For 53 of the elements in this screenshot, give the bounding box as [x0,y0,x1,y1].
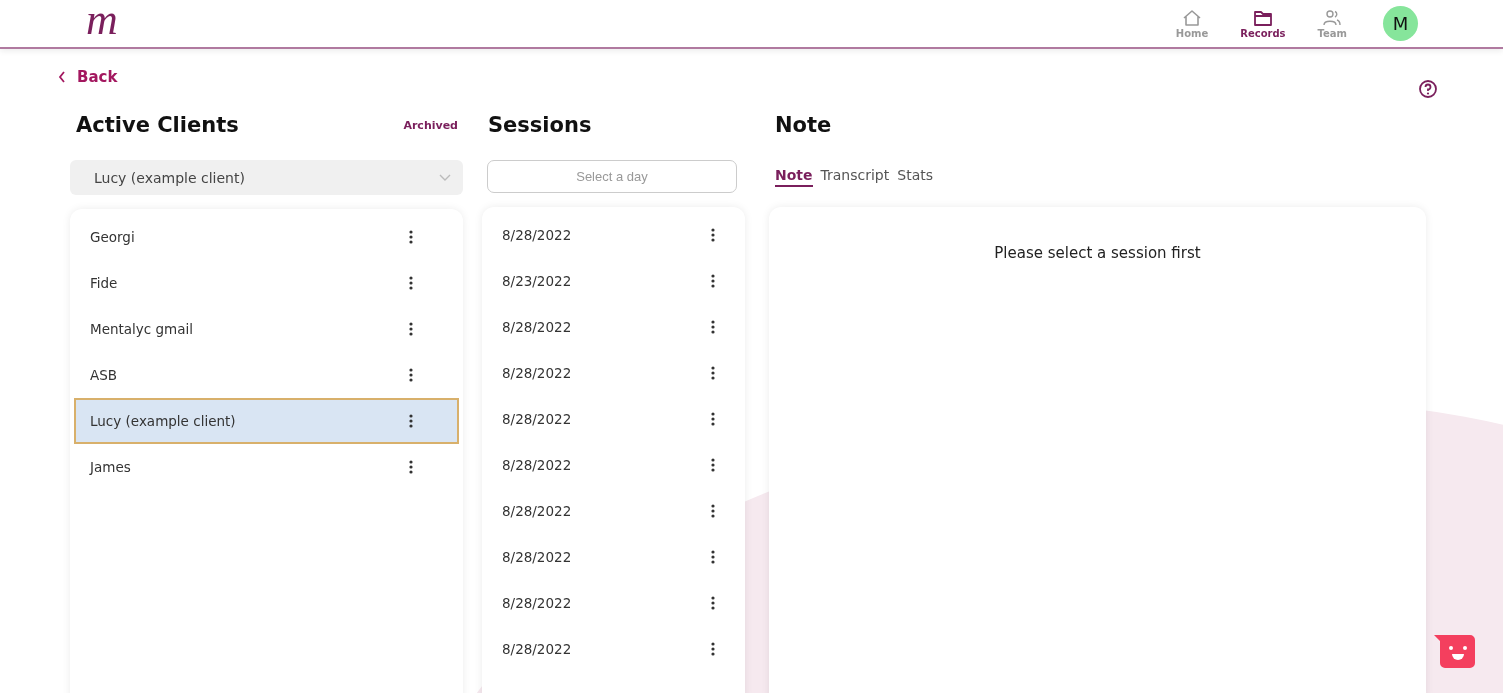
session-item[interactable]: 8/28/2022 [482,350,745,396]
more-icon[interactable] [711,504,715,518]
archived-link[interactable]: Archived [403,118,458,132]
client-dropdown[interactable]: Lucy (example client) [70,160,463,195]
session-item[interactable]: 8/23/2022 [482,258,745,304]
session-item[interactable]: 8/28/2022 [482,304,745,350]
client-item[interactable]: ASB [74,352,459,398]
client-item[interactable]: Lucy (example client) [74,398,459,444]
chevron-down-icon [439,173,451,182]
user-avatar[interactable]: M [1383,6,1418,41]
folder-icon [1252,8,1273,27]
more-icon[interactable] [409,414,413,428]
client-item[interactable]: Fide [74,260,459,306]
more-icon[interactable] [711,642,715,656]
nav-item[interactable]: Records [1240,8,1286,39]
more-icon[interactable] [711,412,715,426]
session-item[interactable]: 8/28/2022 [482,488,745,534]
empty-message: Please select a session first [993,244,1202,262]
session-item[interactable]: 8/28/2022 [482,396,745,442]
client-item[interactable]: James [74,444,459,490]
section-title: Note [775,113,832,137]
more-icon[interactable] [409,230,413,244]
more-icon[interactable] [409,368,413,382]
help-icon[interactable] [1418,79,1438,99]
session-item[interactable]: 8/28/2022 [482,626,745,672]
more-icon[interactable] [711,550,715,564]
session-item[interactable]: 8/28/2022 [482,534,745,580]
people-icon [1322,8,1343,27]
more-icon[interactable] [409,460,413,474]
back-link[interactable]: Back [58,67,118,87]
client-item[interactable]: Georgi [74,214,459,260]
session-item[interactable]: 8/28/2022 [482,580,745,626]
more-icon[interactable] [409,276,413,290]
section-title: Sessions [488,113,592,137]
more-icon[interactable] [711,228,715,242]
logo[interactable]: m [86,0,118,42]
client-item[interactable]: Mentalyc gmail [74,306,459,352]
section-title: Active Clients [76,113,239,137]
more-icon[interactable] [711,458,715,472]
more-icon[interactable] [409,322,413,336]
session-item[interactable]: 8/28/2022 [482,212,745,258]
home-icon [1182,8,1202,27]
tab[interactable]: Stats [897,166,933,187]
more-icon[interactable] [711,274,715,288]
session-item[interactable]: 8/28/2022 [482,442,745,488]
tab[interactable]: Transcript [820,166,890,187]
date-field[interactable]: Select a day [487,160,737,193]
tab[interactable]: Note [775,166,813,187]
more-icon[interactable] [711,320,715,334]
more-icon[interactable] [711,366,715,380]
chat-bot-icon[interactable] [1434,635,1476,669]
more-icon[interactable] [711,596,715,610]
chevron-left-icon [58,71,66,83]
